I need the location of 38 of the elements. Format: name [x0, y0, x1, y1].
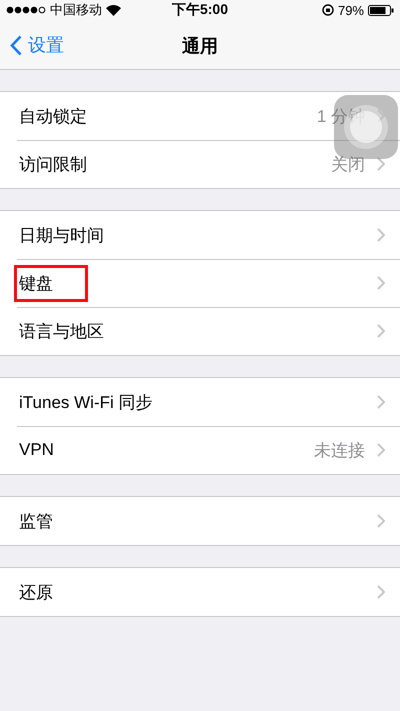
row-value: 关闭 [331, 154, 365, 176]
row-label: 访问限制 [18, 154, 88, 176]
battery-percent: 79% [338, 2, 364, 18]
chevron-icon [377, 514, 385, 528]
row-label: 还原 [18, 582, 54, 604]
chevron-icon [377, 228, 385, 242]
row-label: iTunes Wi-Fi 同步 [18, 392, 154, 414]
chevron-icon [377, 157, 385, 171]
back-button[interactable]: 设置 [6, 30, 68, 60]
settings-row[interactable]: 日期与时间 [0, 211, 400, 259]
row-label: 语言与地区 [18, 320, 105, 342]
row-label: 监管 [18, 510, 54, 532]
settings-row[interactable]: 键盘 [0, 259, 400, 307]
row-label: 日期与时间 [18, 224, 105, 246]
clock-time: 下午5:00 [172, 1, 228, 19]
back-chevron-icon [10, 34, 22, 56]
chevron-icon [377, 585, 385, 599]
wifi-icon [106, 4, 121, 16]
settings-row[interactable]: iTunes Wi-Fi 同步 [0, 378, 400, 426]
screen-title: 通用 [182, 35, 218, 58]
settings-row[interactable]: 还原 [0, 568, 400, 616]
rotation-lock-icon [322, 4, 334, 16]
chevron-icon [377, 395, 385, 409]
settings-row[interactable]: 访问限制 关闭 [0, 140, 400, 188]
settings-row[interactable]: VPN 未连接 [0, 426, 400, 474]
row-label: 自动锁定 [18, 106, 88, 128]
settings-row[interactable]: 语言与地区 [0, 307, 400, 355]
carrier-name: 中国移动 [50, 1, 102, 19]
row-label: VPN [18, 439, 55, 461]
settings-row[interactable]: 监管 [0, 497, 400, 545]
battery-icon [368, 4, 394, 16]
row-label: 键盘 [14, 264, 88, 302]
chevron-icon [377, 443, 385, 457]
row-value: 未连接 [314, 440, 365, 462]
chevron-icon [377, 276, 385, 290]
signal-icon [6, 6, 46, 14]
chevron-icon [377, 324, 385, 338]
chevron-icon [377, 109, 385, 123]
